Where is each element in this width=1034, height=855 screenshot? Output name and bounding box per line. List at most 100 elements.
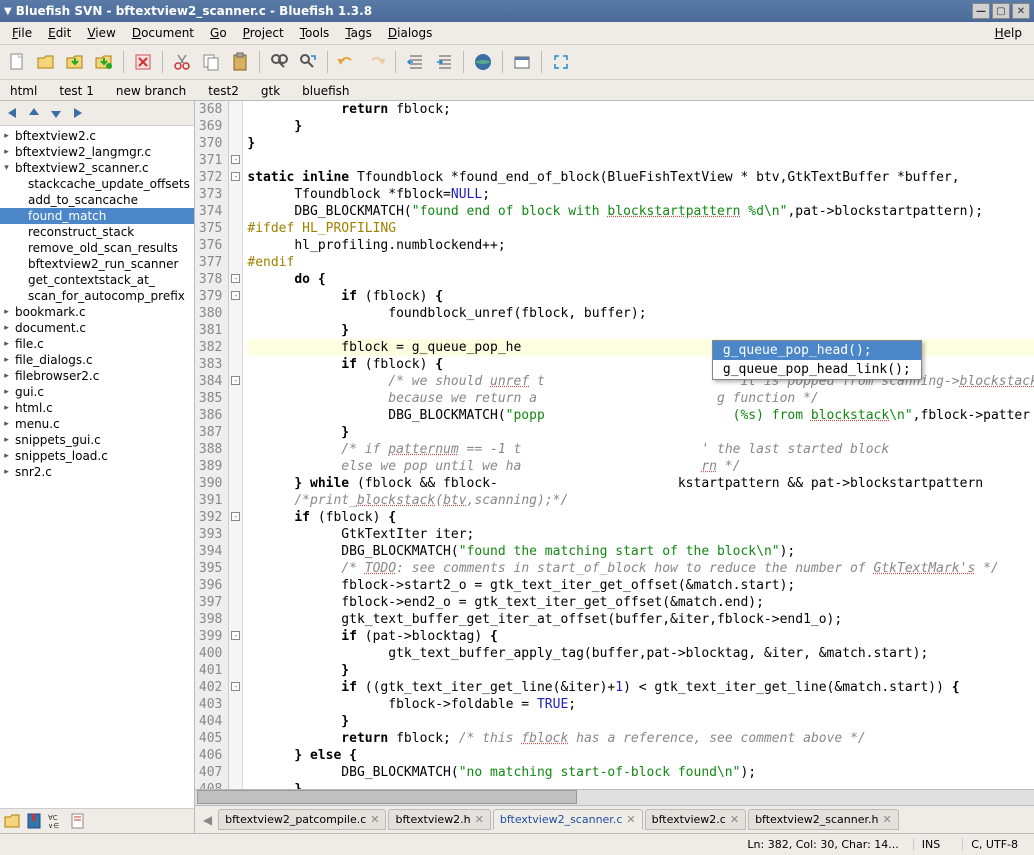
file-tab[interactable]: bftextview2_scanner.c✕	[493, 809, 643, 830]
fold-gutter[interactable]: - - - - - - - -	[229, 101, 243, 789]
tree-item[interactable]: ▸bftextview2.c	[0, 128, 194, 144]
expand-icon[interactable]: ▸	[2, 388, 11, 397]
expand-icon[interactable]: ▸	[2, 468, 11, 477]
tree-item[interactable]: ▸file_dialogs.c	[0, 352, 194, 368]
close-tab-icon[interactable]: ✕	[475, 813, 484, 826]
tree-item[interactable]: ▾bftextview2_scanner.c	[0, 160, 194, 176]
expand-icon[interactable]: ▸	[2, 404, 11, 413]
horizontal-scrollbar[interactable]	[195, 789, 1034, 805]
close-file-button[interactable]	[130, 49, 156, 75]
tree-item[interactable]: get_contextstack_at_	[0, 272, 194, 288]
undo-button[interactable]	[334, 49, 360, 75]
project-tab[interactable]: new branch	[110, 82, 192, 100]
autocomplete-item[interactable]: g_queue_pop_head_link();	[713, 360, 921, 379]
redo-button[interactable]	[363, 49, 389, 75]
expand-icon[interactable]: ▸	[2, 420, 11, 429]
new-file-button[interactable]	[4, 49, 30, 75]
tree-item[interactable]: add_to_scancache	[0, 192, 194, 208]
copy-button[interactable]	[198, 49, 224, 75]
menu-dialogs[interactable]: Dialogs	[380, 24, 440, 42]
tree-item[interactable]: remove_old_scan_results	[0, 240, 194, 256]
tree-item[interactable]: ▸file.c	[0, 336, 194, 352]
minimize-button[interactable]: —	[972, 3, 990, 19]
find-button[interactable]	[266, 49, 292, 75]
close-tab-icon[interactable]: ✕	[626, 813, 635, 826]
charmap-tab-icon[interactable]: ∀C∨∈	[47, 812, 65, 830]
tree-item[interactable]: ▸gui.c	[0, 384, 194, 400]
fold-toggle[interactable]: -	[231, 682, 240, 691]
close-tab-icon[interactable]: ✕	[370, 813, 379, 826]
expand-icon[interactable]: ▸	[2, 436, 11, 445]
bookmarks-tab-icon[interactable]	[25, 812, 43, 830]
fold-toggle[interactable]: -	[231, 291, 240, 300]
fold-toggle[interactable]: -	[231, 155, 240, 164]
save-button[interactable]	[62, 49, 88, 75]
tree-item[interactable]: ▸snippets_gui.c	[0, 432, 194, 448]
save-as-button[interactable]	[91, 49, 117, 75]
tree-item[interactable]: ▸bookmark.c	[0, 304, 194, 320]
file-tab[interactable]: bftextview2.c✕	[645, 809, 746, 830]
close-button[interactable]: ✕	[1012, 3, 1030, 19]
project-tab[interactable]: html	[4, 82, 43, 100]
expand-icon[interactable]: ▸	[2, 308, 11, 317]
expand-icon[interactable]: ▸	[2, 340, 11, 349]
tree-item[interactable]: ▸bftextview2_langmgr.c	[0, 144, 194, 160]
open-file-button[interactable]	[33, 49, 59, 75]
autocomplete-popup[interactable]: g_queue_pop_head();g_queue_pop_head_link…	[712, 340, 922, 380]
fold-toggle[interactable]: -	[231, 631, 240, 640]
find-replace-button[interactable]	[295, 49, 321, 75]
expand-icon[interactable]: ▸	[2, 372, 11, 381]
expand-icon[interactable]: ▸	[2, 356, 11, 365]
menu-view[interactable]: View	[79, 24, 123, 42]
tree-item[interactable]: ▸document.c	[0, 320, 194, 336]
file-tab[interactable]: bftextview2_patcompile.c✕	[218, 809, 386, 830]
menu-tools[interactable]: Tools	[292, 24, 338, 42]
menu-edit[interactable]: Edit	[40, 24, 79, 42]
paste-button[interactable]	[227, 49, 253, 75]
menu-file[interactable]: File	[4, 24, 40, 42]
expand-icon[interactable]: ▸	[2, 148, 11, 157]
fold-toggle[interactable]: -	[231, 376, 240, 385]
project-tab[interactable]: test2	[202, 82, 245, 100]
close-tab-icon[interactable]: ✕	[882, 813, 891, 826]
code-content[interactable]: return fblock; }} static inline Tfoundbl…	[243, 101, 1034, 789]
menu-document[interactable]: Document	[124, 24, 202, 42]
tree-item[interactable]: scan_for_autocomp_prefix	[0, 288, 194, 304]
collapse-icon[interactable]: ▾	[2, 164, 11, 173]
first-icon[interactable]	[4, 105, 20, 121]
tree-item[interactable]: ▸filebrowser2.c	[0, 368, 194, 384]
fold-toggle[interactable]: -	[231, 512, 240, 521]
snippets-tab-icon[interactable]	[69, 812, 87, 830]
browser-preview-button[interactable]	[470, 49, 496, 75]
tree-item[interactable]: found_match	[0, 208, 194, 224]
down-icon[interactable]	[48, 105, 64, 121]
maximize-button[interactable]: ▢	[992, 3, 1010, 19]
tab-scroll-left[interactable]: ◀	[199, 813, 216, 827]
menu-tags[interactable]: Tags	[337, 24, 380, 42]
fold-toggle[interactable]: -	[231, 172, 240, 181]
tree-item[interactable]: ▸menu.c	[0, 416, 194, 432]
project-tab[interactable]: gtk	[255, 82, 286, 100]
up-icon[interactable]	[26, 105, 42, 121]
tree-item[interactable]: ▸html.c	[0, 400, 194, 416]
tree-item[interactable]: stackcache_update_offsets	[0, 176, 194, 192]
code-editor[interactable]: 3683693703713723733743753763773783793803…	[195, 101, 1034, 789]
project-tab[interactable]: test 1	[53, 82, 100, 100]
menu-help[interactable]: Help	[987, 24, 1030, 42]
tree-item[interactable]: ▸snr2.c	[0, 464, 194, 480]
expand-icon[interactable]: ▸	[2, 452, 11, 461]
unindent-button[interactable]	[402, 49, 428, 75]
fold-toggle[interactable]: -	[231, 274, 240, 283]
window-menu-icon[interactable]: ▼	[4, 6, 12, 17]
indent-button[interactable]	[431, 49, 457, 75]
last-icon[interactable]	[70, 105, 86, 121]
file-tab[interactable]: bftextview2.h✕	[388, 809, 490, 830]
menu-project[interactable]: Project	[235, 24, 292, 42]
fullscreen-button[interactable]	[548, 49, 574, 75]
autocomplete-item[interactable]: g_queue_pop_head();	[713, 341, 921, 360]
close-tab-icon[interactable]: ✕	[730, 813, 739, 826]
view-button[interactable]	[509, 49, 535, 75]
project-tab[interactable]: bluefish	[296, 82, 355, 100]
expand-icon[interactable]: ▸	[2, 324, 11, 333]
file-tab[interactable]: bftextview2_scanner.h✕	[748, 809, 899, 830]
